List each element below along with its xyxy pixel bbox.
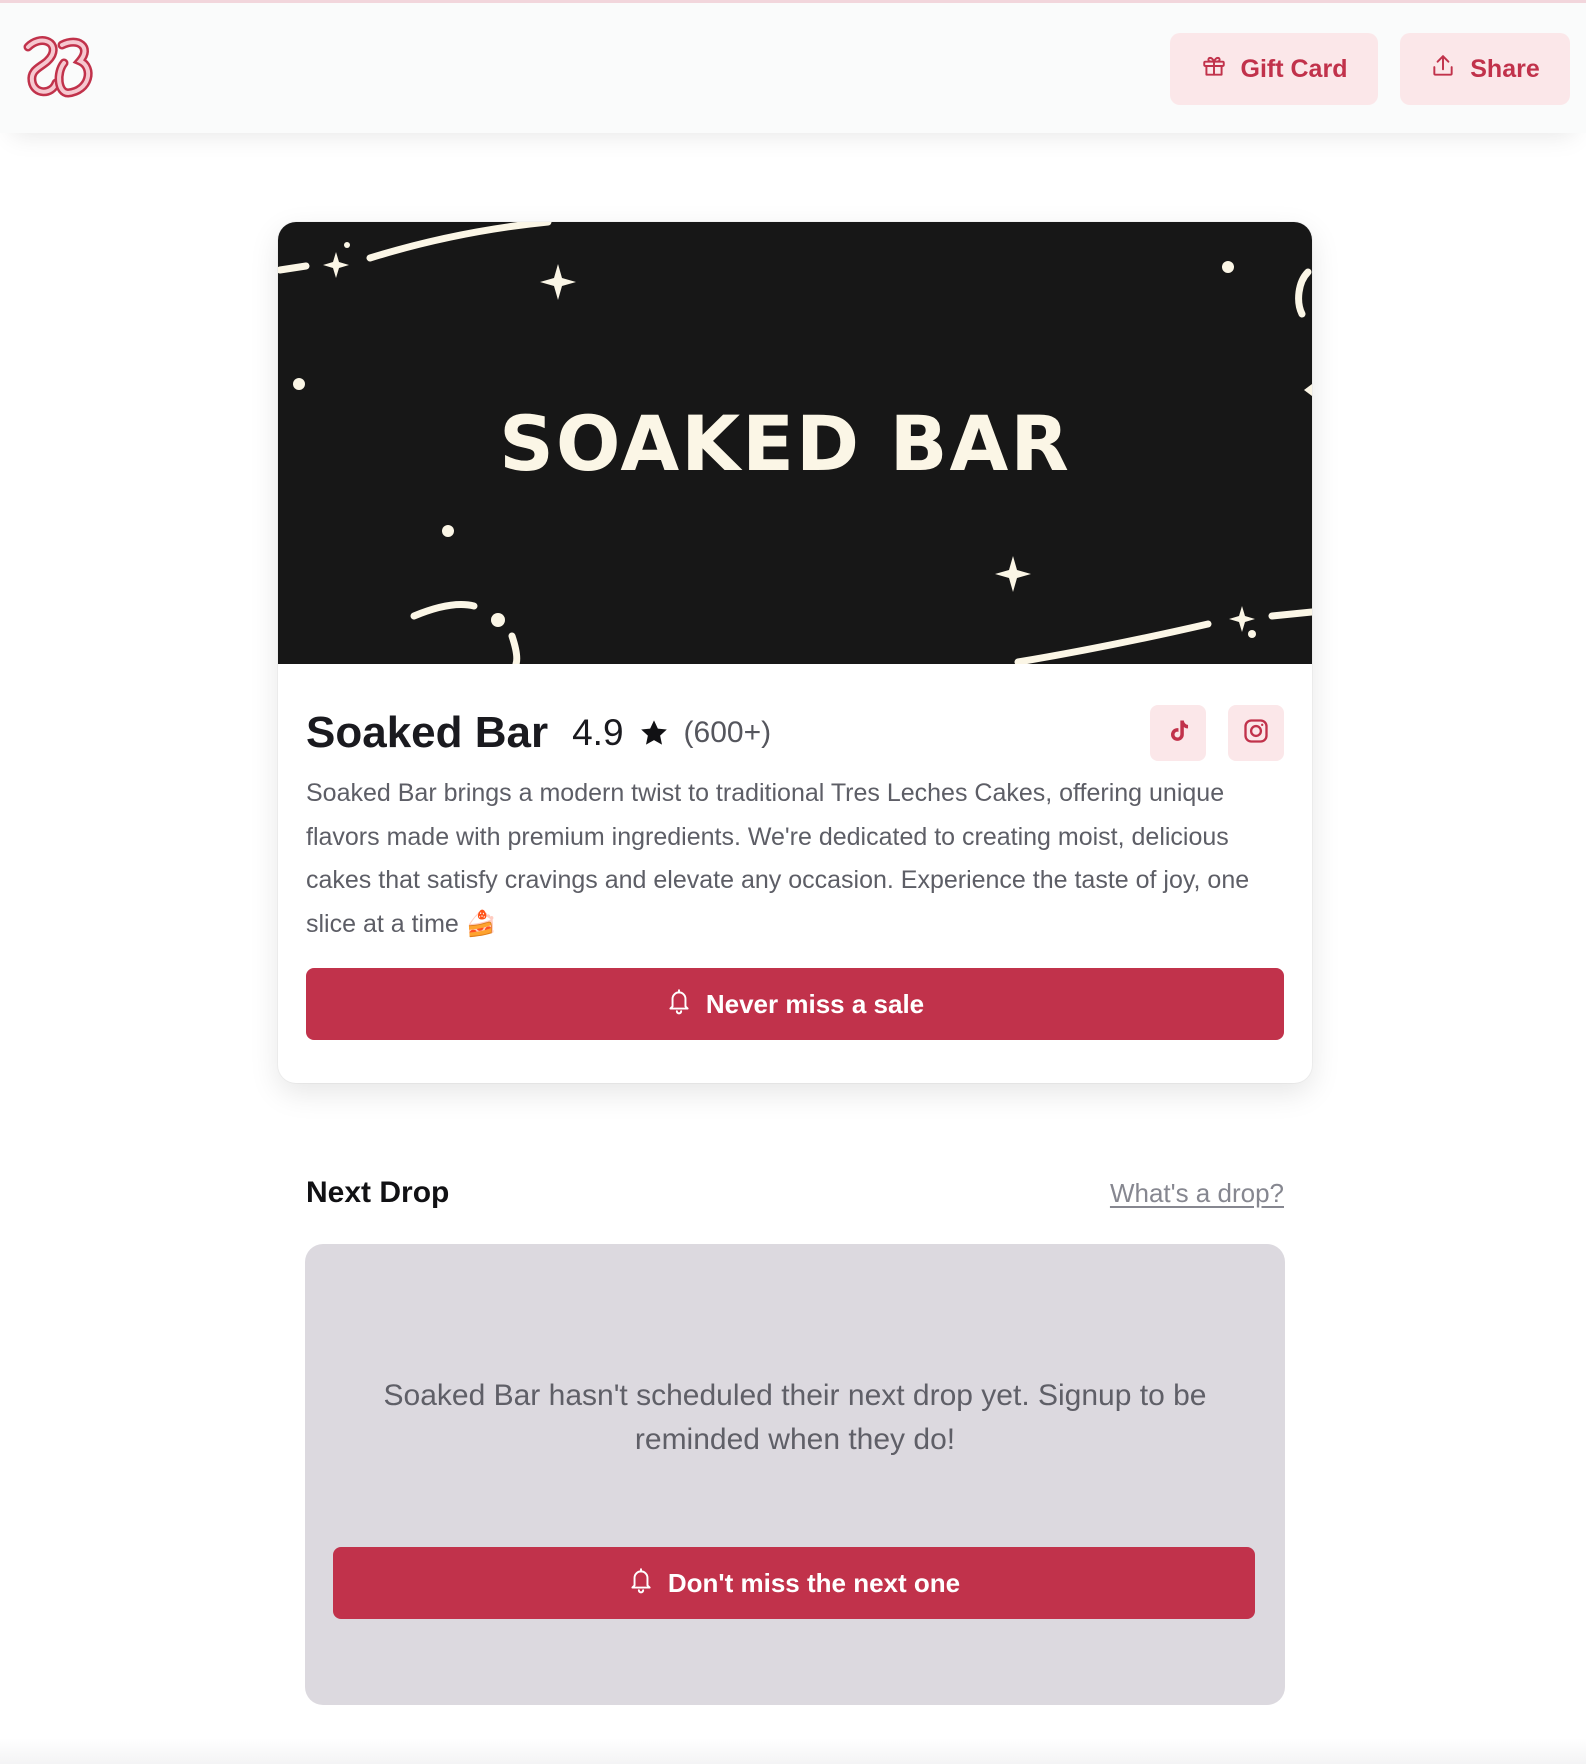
dont-miss-next-label: Don't miss the next one [667, 1567, 961, 1598]
store-card: SOAKED BAR Soaked Bar 4.9 (600+) Soaked … [278, 222, 1312, 1083]
store-description: Soaked Bar brings a modern twist to trad… [306, 779, 1250, 938]
review-count: (600+) [683, 716, 772, 749]
banner-title: SOAKED BAR [499, 398, 1071, 488]
whats-a-drop-link[interactable]: What's a drop? [1110, 1178, 1284, 1209]
never-miss-sale-button[interactable]: Never miss a sale [306, 968, 1284, 1040]
never-miss-sale-label: Never miss a sale [705, 988, 925, 1019]
share-label: Share [1470, 54, 1540, 83]
next-drop-panel: Soaked Bar hasn't scheduled their next d… [305, 1244, 1285, 1705]
tiktok-link[interactable] [1150, 705, 1206, 761]
dont-miss-next-button[interactable]: Don't miss the next one [333, 1547, 1255, 1619]
gift-card-label: Gift Card [1240, 54, 1348, 83]
share-button[interactable]: Share [1400, 33, 1570, 105]
instagram-link[interactable] [1228, 705, 1284, 761]
next-drop-message: Soaked Bar hasn't scheduled their next d… [383, 1379, 1207, 1456]
next-drop-title: Next Drop [306, 1176, 450, 1209]
gift-icon [1201, 53, 1227, 86]
tiktok-icon [1164, 717, 1192, 750]
next-drop-header: Next Drop What's a drop? [306, 1172, 1284, 1218]
store-name: Soaked Bar [306, 708, 549, 757]
instagram-icon [1242, 717, 1270, 750]
page-bottom-fade [0, 1738, 1586, 1764]
soaked-bar-logo[interactable] [18, 33, 94, 105]
share-icon [1430, 53, 1456, 86]
store-banner: SOAKED BAR [278, 222, 1312, 664]
star-icon [638, 717, 670, 749]
bell-icon [666, 987, 692, 1022]
gift-card-button[interactable]: Gift Card [1170, 33, 1378, 105]
bell-icon [628, 1566, 654, 1601]
site-header: Gift Card Share [0, 3, 1586, 133]
store-info-row: Soaked Bar 4.9 (600+) [306, 698, 1284, 768]
store-rating: 4.9 [572, 712, 624, 753]
